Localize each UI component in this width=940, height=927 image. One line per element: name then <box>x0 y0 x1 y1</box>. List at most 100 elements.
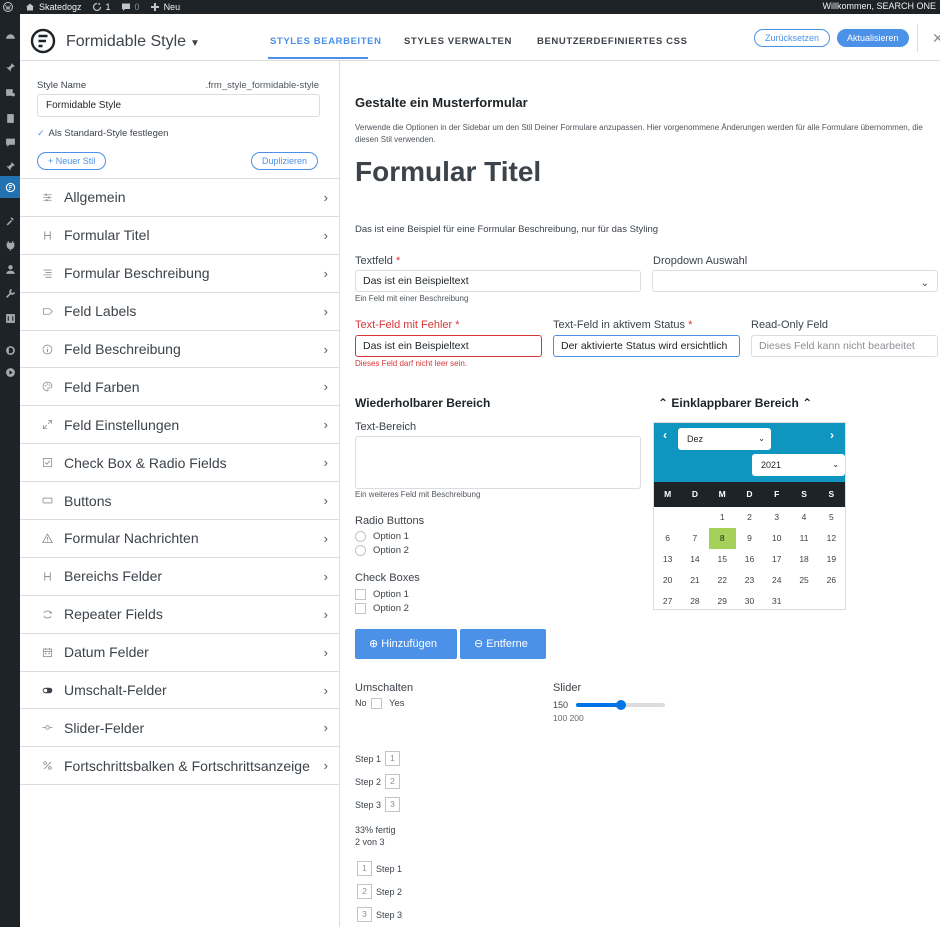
remove-row-button[interactable]: ⊖ Entferne <box>460 629 546 659</box>
calendar-day[interactable]: 31 <box>763 591 790 612</box>
appearance-icon[interactable] <box>3 214 17 226</box>
calendar-day[interactable]: 14 <box>681 549 708 570</box>
rootline-step-2[interactable]: Step 22 <box>355 774 401 789</box>
new-style-button[interactable]: + Neuer Stil <box>37 152 107 170</box>
sidebar-section-fortschrittsbalken-fortschrittsanzeige[interactable]: Fortschrittsbalken & Fortschrittsanzeige… <box>20 747 340 786</box>
sidebar-section-feld-einstellungen[interactable]: Feld Einstellungen › <box>20 406 340 445</box>
calendar-day[interactable]: 20 <box>654 570 681 591</box>
d-plugin-icon[interactable] <box>3 344 17 356</box>
sidebar-section-check-box-radio-fields[interactable]: Check Box & Radio Fields › <box>20 444 340 483</box>
month-select[interactable]: Dez ⌄ <box>678 428 771 450</box>
calendar-day[interactable]: 26 <box>818 570 845 591</box>
calendar-day[interactable]: 4 <box>790 507 817 528</box>
sidebar-section-buttons[interactable]: Buttons › <box>20 482 340 521</box>
tab-custom-css[interactable]: BENUTZERDEFINIERTES CSS <box>537 36 688 47</box>
radio-option-2[interactable]: Option 2 <box>355 545 409 556</box>
pages-icon[interactable] <box>3 112 17 124</box>
error-field-input[interactable]: Das ist ein Beispieltext <box>355 335 542 357</box>
radio-option-1[interactable]: Option 1 <box>355 531 409 542</box>
dropdown-select[interactable]: ⌄ <box>652 270 938 292</box>
checkbox-option-2[interactable]: Option 2 <box>355 603 409 614</box>
play-icon[interactable] <box>3 366 17 378</box>
dashboard-icon[interactable] <box>3 30 17 42</box>
calendar-day[interactable]: 10 <box>763 528 790 549</box>
style-title-dropdown[interactable]: Formidable Style ▼ <box>66 33 200 51</box>
sidebar-section-allgemein[interactable]: Allgemein › <box>20 179 340 217</box>
sidebar-section-feld-beschreibung[interactable]: Feld Beschreibung › <box>20 331 340 369</box>
textarea-input[interactable] <box>355 436 641 489</box>
comments-icon[interactable] <box>3 136 17 148</box>
welcome-user[interactable]: Willkommen, SEARCH ONE <box>822 1 936 11</box>
sidebar-section-feld-labels[interactable]: Feld Labels › <box>20 293 340 331</box>
toggle-switch[interactable]: Yes <box>371 698 405 709</box>
add-row-button[interactable]: ⊕ Hinzufügen <box>355 629 457 659</box>
calendar-day[interactable]: 12 <box>818 528 845 549</box>
site-link[interactable]: Skatedogz <box>25 0 82 14</box>
media-icon[interactable] <box>3 86 17 98</box>
plugins-icon[interactable] <box>3 239 17 251</box>
year-select[interactable]: 2021 ⌄ <box>752 454 845 476</box>
tools-icon[interactable] <box>3 287 17 299</box>
rootline-step-1[interactable]: Step 11 <box>355 751 401 766</box>
sidebar-section-formular-nachrichten[interactable]: Formular Nachrichten › <box>20 520 340 558</box>
active-field-input[interactable]: Der aktivierte Status wird ersichtlich <box>553 335 740 357</box>
slider-track[interactable] <box>576 700 665 710</box>
calendar-day[interactable]: 13 <box>654 549 681 570</box>
tab-edit-styles[interactable]: STYLES BEARBEITEN <box>270 36 382 47</box>
sidebar-section-slider-felder[interactable]: Slider-Felder › <box>20 709 340 748</box>
checkbox-option-1[interactable]: Option 1 <box>355 589 409 600</box>
sidebar-section-bereichs-felder[interactable]: Bereichs Felder › <box>20 558 340 596</box>
calendar-day[interactable]: 2 <box>736 507 763 528</box>
calendar-day[interactable]: 1 <box>709 507 736 528</box>
slider-handle[interactable] <box>615 700 626 710</box>
formidable-menu-icon[interactable] <box>0 176 20 198</box>
sidebar-section-umschalt-felder[interactable]: Umschalt-Felder › <box>20 672 340 710</box>
calendar-day[interactable]: 5 <box>818 507 845 528</box>
calendar-day[interactable]: 29 <box>709 591 736 612</box>
tab-manage-styles[interactable]: STYLES VERWALTEN <box>404 36 512 47</box>
pin-icon[interactable] <box>3 61 17 73</box>
calendar-day[interactable]: 17 <box>763 549 790 570</box>
progress-step-2[interactable]: 2 Step 2 <box>355 884 402 899</box>
update-button[interactable]: Aktualisieren <box>837 29 909 47</box>
calendar-day[interactable]: 3 <box>763 507 790 528</box>
calendar-day[interactable]: 18 <box>790 549 817 570</box>
sidebar-section-repeater-fields[interactable]: Repeater Fields › <box>20 596 340 634</box>
calendar-day[interactable]: 6 <box>654 528 681 549</box>
calendar-day[interactable]: 27 <box>654 591 681 612</box>
calendar-day[interactable]: 24 <box>763 570 790 591</box>
calendar-day[interactable]: 28 <box>681 591 708 612</box>
sidebar-section-feld-farben[interactable]: Feld Farben › <box>20 368 340 407</box>
calendar-day[interactable]: 22 <box>709 570 736 591</box>
progress-step-1[interactable]: 1 Step 1 <box>355 861 402 876</box>
next-month-icon[interactable]: › <box>830 428 834 442</box>
calendar-day[interactable]: 30 <box>736 591 763 612</box>
sidebar-section-datum-felder[interactable]: Datum Felder › <box>20 634 340 672</box>
calendar-day[interactable]: 23 <box>736 570 763 591</box>
calendar-day[interactable]: 9 <box>736 528 763 549</box>
textfield-input[interactable]: Das ist ein Beispieltext <box>355 270 641 292</box>
rootline-step-3[interactable]: Step 33 <box>355 797 401 812</box>
sidebar-section-formular-titel[interactable]: Formular Titel › <box>20 217 340 255</box>
default-style-checkbox[interactable]: ✓ Als Standard-Style festlegen <box>37 128 168 139</box>
sidebar-section-formular-beschreibung[interactable]: Formular Beschreibung › <box>20 255 340 293</box>
collapsible-section-toggle[interactable]: ⌃ Einklappbarer Bereich ⌃ <box>658 396 812 410</box>
updates-link[interactable]: 1 <box>92 0 111 14</box>
calendar-day[interactable]: 21 <box>681 570 708 591</box>
progress-step-3[interactable]: 3 Step 3 <box>355 907 402 922</box>
calendar-day[interactable]: 16 <box>736 549 763 570</box>
calendar-day[interactable]: 25 <box>790 570 817 591</box>
style-name-input[interactable]: Formidable Style <box>37 94 320 117</box>
reset-button[interactable]: Zurücksetzen <box>754 29 831 47</box>
calendar-day[interactable]: 19 <box>818 549 845 570</box>
users-icon[interactable] <box>3 263 17 275</box>
duplicate-button[interactable]: Duplizieren <box>251 152 319 170</box>
prev-month-icon[interactable]: ‹ <box>663 428 667 442</box>
calendar-day-today[interactable]: 8 <box>708 528 736 549</box>
calendar-day[interactable]: 7 <box>681 528 708 549</box>
wordpress-logo-icon[interactable] <box>3 0 13 14</box>
calendar-day[interactable]: 11 <box>790 528 817 549</box>
comments-link[interactable]: 0 <box>121 0 140 14</box>
close-icon[interactable]: ✕ <box>932 30 940 47</box>
new-content-link[interactable]: Neu <box>150 0 180 14</box>
